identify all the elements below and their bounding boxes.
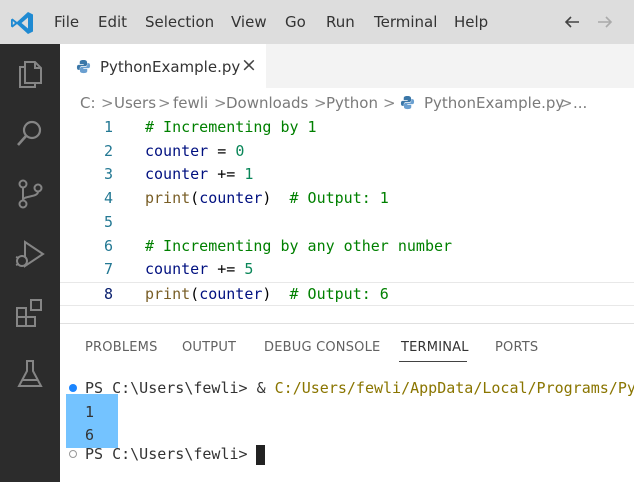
breadcrumb-item-users[interactable]: Users [114,94,156,112]
terminal-output: 6 [85,426,95,444]
terminal-output: 1 [85,403,95,421]
breadcrumb-item-more[interactable]: ... [573,94,587,112]
chevron-right-icon: > [560,94,573,112]
code-token: 5 [244,260,254,279]
code-token: # Incrementing by 1 [145,118,317,136]
python-file-icon [76,59,91,74]
terminal-cursor [256,445,265,465]
menu-go[interactable]: Go [285,13,306,31]
testing-icon[interactable] [12,356,48,392]
breadcrumb-item-downloads[interactable]: Downloads [226,94,308,112]
code-token: # Output: 1 [289,189,389,208]
breadcrumb-item-file[interactable]: PythonExample.py [424,94,564,112]
extensions-icon[interactable] [12,296,48,332]
code-text: # Incrementing by 1 [145,118,317,136]
menu-run[interactable]: Run [326,13,355,31]
explorer-icon[interactable] [12,56,48,92]
line-number: 1 [103,118,113,136]
code-token: print [145,284,191,303]
arrow-right-icon[interactable] [596,14,614,30]
chevron-right-icon: > [383,94,396,112]
editor-tab-strip: PythonExample.py × [60,44,634,88]
command-pending-icon [69,450,77,458]
code-line[interactable]: 3 counter += 1 [60,163,634,187]
search-icon[interactable] [12,116,48,152]
close-icon[interactable]: × [241,54,257,76]
breadcrumb-item-python[interactable]: Python [326,94,378,112]
code-token: ( [190,189,200,208]
bottom-panel: PROBLEMS OUTPUT DEBUG CONSOLE TERMINAL P… [60,323,634,482]
title-bar: File Edit Selection View Go Run Terminal… [0,0,634,44]
python-file-icon [400,95,415,110]
code-token: # Output: 6 [289,284,389,303]
code-token: += [208,165,245,184]
chevron-right-icon: > [314,94,327,112]
code-line[interactable]: 2 counter = 0 [60,140,634,164]
code-text: # Incrementing by any other number [145,237,452,255]
code-line[interactable]: 1 # Incrementing by 1 [60,116,634,140]
code-line[interactable]: 7 counter += 5 [60,258,634,282]
code-token: 1 [244,165,254,184]
code-editor[interactable]: 1 # Incrementing by 1 2 counter = 0 3 counter… [60,116,634,306]
breadcrumb-item-fewli[interactable]: fewli [173,94,208,112]
arrow-left-icon[interactable] [563,14,581,30]
breadcrumb-item-drive[interactable]: C: [80,94,96,112]
source-control-icon[interactable] [12,176,48,212]
code-token: ) [262,189,290,208]
code-token: print [145,189,191,208]
code-token: counter [199,284,263,303]
code-text: counter += 1 [145,165,253,183]
code-token: # Incrementing by any other number [145,236,453,255]
run-debug-icon[interactable] [12,236,48,272]
code-line[interactable]: 4 print(counter) # Output: 1 [60,187,634,211]
menu-edit[interactable]: Edit [98,13,127,31]
tab-label: PythonExample.py [100,58,241,76]
code-token: ) [262,284,290,303]
code-token: counter [145,165,209,184]
line-number: 8 [103,284,113,303]
code-token: counter [145,260,209,279]
terminal-line: PS C:\Users\fewli> & C:/Users/fewli/AppD… [85,379,634,397]
code-token: counter [199,189,263,208]
chevron-right-icon: > [101,94,114,112]
breadcrumb: C: > Users > fewli > Downloads > Python … [60,88,634,116]
menu-terminal[interactable]: Terminal [374,13,437,31]
code-text: counter += 5 [145,260,253,278]
code-token: counter [145,141,209,160]
code-text: counter = 0 [145,142,244,160]
line-number: 5 [103,212,113,231]
line-number: 6 [103,236,113,255]
code-token: ( [190,284,200,303]
menu-help[interactable]: Help [454,13,488,31]
command-success-icon[interactable] [69,384,77,392]
menu-view[interactable]: View [231,13,267,31]
code-token: += [208,260,245,279]
terminal[interactable]: PS C:\Users\fewli> & C:/Users/fewli/AppD… [60,324,634,482]
chevron-right-icon: > [214,94,227,112]
menu-file[interactable]: File [54,13,79,31]
code-token: = [208,141,236,160]
menu-selection[interactable]: Selection [145,13,214,31]
code-text: print(counter) # Output: 6 [145,285,389,303]
terminal-prompt: PS C:\Users\fewli> [85,445,257,463]
chevron-right-icon: > [158,94,171,112]
code-text: print(counter) # Output: 1 [145,189,389,207]
line-number: 2 [103,141,113,160]
code-line[interactable]: 6 # Incrementing by any other number [60,235,634,259]
line-number: 7 [103,260,113,279]
tab-pythonexample[interactable]: PythonExample.py × [60,44,266,88]
code-line[interactable]: 8 print(counter) # Output: 6 [60,281,634,306]
code-token: 0 [235,141,245,160]
activity-bar [0,44,60,482]
code-line[interactable]: 5 [60,211,634,235]
vscode-logo-icon[interactable] [9,10,35,36]
line-number: 3 [103,165,113,184]
line-number: 4 [103,189,113,208]
